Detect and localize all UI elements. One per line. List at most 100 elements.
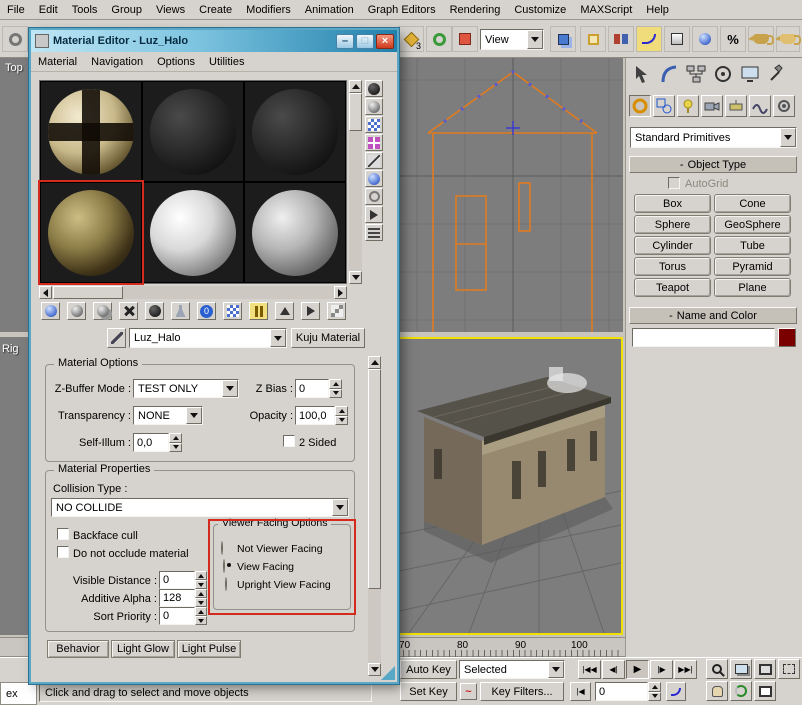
set-key-button[interactable]: Set Key xyxy=(400,682,457,701)
menu-group[interactable]: Group xyxy=(104,0,149,20)
go-to-end-button[interactable]: ▶▶| xyxy=(674,660,697,679)
menu-edit[interactable]: Edit xyxy=(32,0,65,20)
snap-toggle-icon[interactable]: 3 xyxy=(398,26,424,52)
selection-set-arrow[interactable] xyxy=(548,661,564,678)
make-unique-icon[interactable] xyxy=(145,302,164,320)
select-and-scale-icon[interactable] xyxy=(452,26,478,52)
backface-cull-checkbox[interactable] xyxy=(57,528,69,540)
zoom-icon[interactable] xyxy=(706,659,728,679)
put-to-scene-icon[interactable] xyxy=(67,302,86,320)
background-icon[interactable] xyxy=(365,116,383,133)
me-menu-navigation[interactable]: Navigation xyxy=(84,52,150,72)
visible-distance-spinner[interactable] xyxy=(195,571,207,589)
category-lights-icon[interactable] xyxy=(677,95,699,117)
sample-type-icon[interactable] xyxy=(365,80,383,97)
menu-views[interactable]: Views xyxy=(149,0,192,20)
sample-slot-6[interactable] xyxy=(244,182,346,283)
me-menu-material[interactable]: Material xyxy=(31,52,84,72)
selection-set-dropdown[interactable]: Selected xyxy=(459,660,565,679)
spinner-up[interactable] xyxy=(648,682,661,692)
opacity-field[interactable]: 100,0 xyxy=(295,406,335,425)
mini-curve-editor-icon[interactable] xyxy=(666,682,686,701)
menu-file[interactable]: File xyxy=(0,0,32,20)
radio-not-viewer-facing[interactable] xyxy=(221,541,223,555)
zoom-extents-icon[interactable] xyxy=(754,659,776,679)
sort-priority-spinner[interactable] xyxy=(195,607,207,625)
scroll-left-button[interactable] xyxy=(39,286,52,299)
previous-frame-button[interactable]: ◀| xyxy=(602,660,625,679)
spinner-down[interactable] xyxy=(195,580,207,589)
primitives-category-dropdown[interactable]: Standard Primitives xyxy=(630,127,797,148)
material-name-arrow[interactable] xyxy=(270,329,286,347)
stairs-icon[interactable] xyxy=(327,302,346,320)
object-button-torus[interactable]: Torus xyxy=(634,257,711,276)
go-to-parent-icon[interactable] xyxy=(275,302,294,320)
previous-key-button[interactable]: |◀ xyxy=(570,682,591,701)
make-preview-icon[interactable] xyxy=(365,170,383,187)
close-button[interactable]: × xyxy=(376,34,394,49)
minimize-button[interactable]: – xyxy=(336,34,354,49)
curve-editor-icon[interactable] xyxy=(636,26,662,52)
slots-vertical-scrollbar[interactable] xyxy=(349,80,362,284)
go-forward-sibling-icon[interactable] xyxy=(301,302,320,320)
object-button-geosphere[interactable]: GeoSphere xyxy=(714,215,791,234)
backlight-icon[interactable] xyxy=(365,98,383,115)
viewport-perspective-active[interactable] xyxy=(397,337,623,635)
occlude-checkbox[interactable] xyxy=(57,546,69,558)
category-systems-icon[interactable] xyxy=(773,95,795,117)
slots-horizontal-scrollbar[interactable] xyxy=(39,286,347,299)
object-button-teapot[interactable]: Teapot xyxy=(634,278,711,297)
spinner-up[interactable] xyxy=(195,607,207,616)
zbuffer-dropdown[interactable]: TEST ONLY xyxy=(133,379,239,398)
sample-slot-4-active[interactable] xyxy=(40,182,142,283)
menu-graph-editors[interactable]: Graph Editors xyxy=(361,0,443,20)
material-effects-channel-icon[interactable]: 0 xyxy=(197,302,216,320)
sample-slot-5[interactable] xyxy=(142,182,244,283)
select-by-material-icon[interactable] xyxy=(365,206,383,223)
category-shapes-icon[interactable] xyxy=(653,95,675,117)
rollout-name-color[interactable]: - Name and Color xyxy=(629,307,797,324)
object-color-swatch[interactable] xyxy=(778,328,796,347)
object-button-box[interactable]: Box xyxy=(634,194,711,213)
tab-motion[interactable] xyxy=(711,62,735,86)
light-glow-tab-button[interactable]: Light Glow xyxy=(111,640,175,658)
assign-to-selection-icon[interactable] xyxy=(93,302,112,320)
select-and-rotate-icon[interactable] xyxy=(426,26,452,52)
transparency-dropdown[interactable]: NONE xyxy=(133,406,203,425)
tab-display[interactable] xyxy=(738,62,762,86)
sample-uv-tiling-icon[interactable] xyxy=(365,134,383,151)
material-editor-titlebar[interactable]: Material Editor - Luz_Halo – □ × xyxy=(31,30,397,52)
pick-material-icon[interactable] xyxy=(107,328,126,348)
tab-utilities[interactable] xyxy=(765,62,789,86)
spinner-up[interactable] xyxy=(169,433,182,443)
menu-modifiers[interactable]: Modifiers xyxy=(239,0,298,20)
rollout-scroll-thumb[interactable] xyxy=(368,369,381,589)
scroll-up-button[interactable] xyxy=(349,80,362,93)
mirror-icon[interactable] xyxy=(608,26,634,52)
key-filters-button[interactable]: Key Filters... xyxy=(480,682,564,701)
object-button-sphere[interactable]: Sphere xyxy=(634,215,711,234)
menu-maxscript[interactable]: MAXScript xyxy=(573,0,639,20)
reset-map-icon[interactable] xyxy=(119,302,138,320)
video-color-check-icon[interactable] xyxy=(365,152,383,169)
reference-coordinate-dropdown[interactable]: View xyxy=(480,29,544,50)
object-name-input[interactable] xyxy=(632,328,775,347)
transparency-arrow[interactable] xyxy=(186,407,202,424)
put-to-library-icon[interactable] xyxy=(171,302,190,320)
me-menu-utilities[interactable]: Utilities xyxy=(202,52,251,72)
spinner-up[interactable] xyxy=(195,589,207,598)
scroll-thumb-horizontal[interactable] xyxy=(53,286,123,299)
menu-customize[interactable]: Customize xyxy=(507,0,573,20)
default-tangent-icon[interactable]: ~ xyxy=(460,683,477,700)
object-button-cone[interactable]: Cone xyxy=(714,194,791,213)
visible-distance-field[interactable]: 0 xyxy=(159,571,195,589)
undo-icon[interactable] xyxy=(2,26,28,52)
spinner-down[interactable] xyxy=(329,389,342,399)
rollout-scroll-down[interactable] xyxy=(368,663,381,676)
zbias-field[interactable]: 0 xyxy=(295,379,329,398)
sample-slot-2[interactable] xyxy=(142,81,244,182)
opacity-spinner[interactable] xyxy=(335,406,348,425)
viewport-top-label[interactable]: Top xyxy=(5,62,23,74)
object-button-cylinder[interactable]: Cylinder xyxy=(634,236,711,255)
maximize-viewport-icon[interactable] xyxy=(754,681,776,701)
